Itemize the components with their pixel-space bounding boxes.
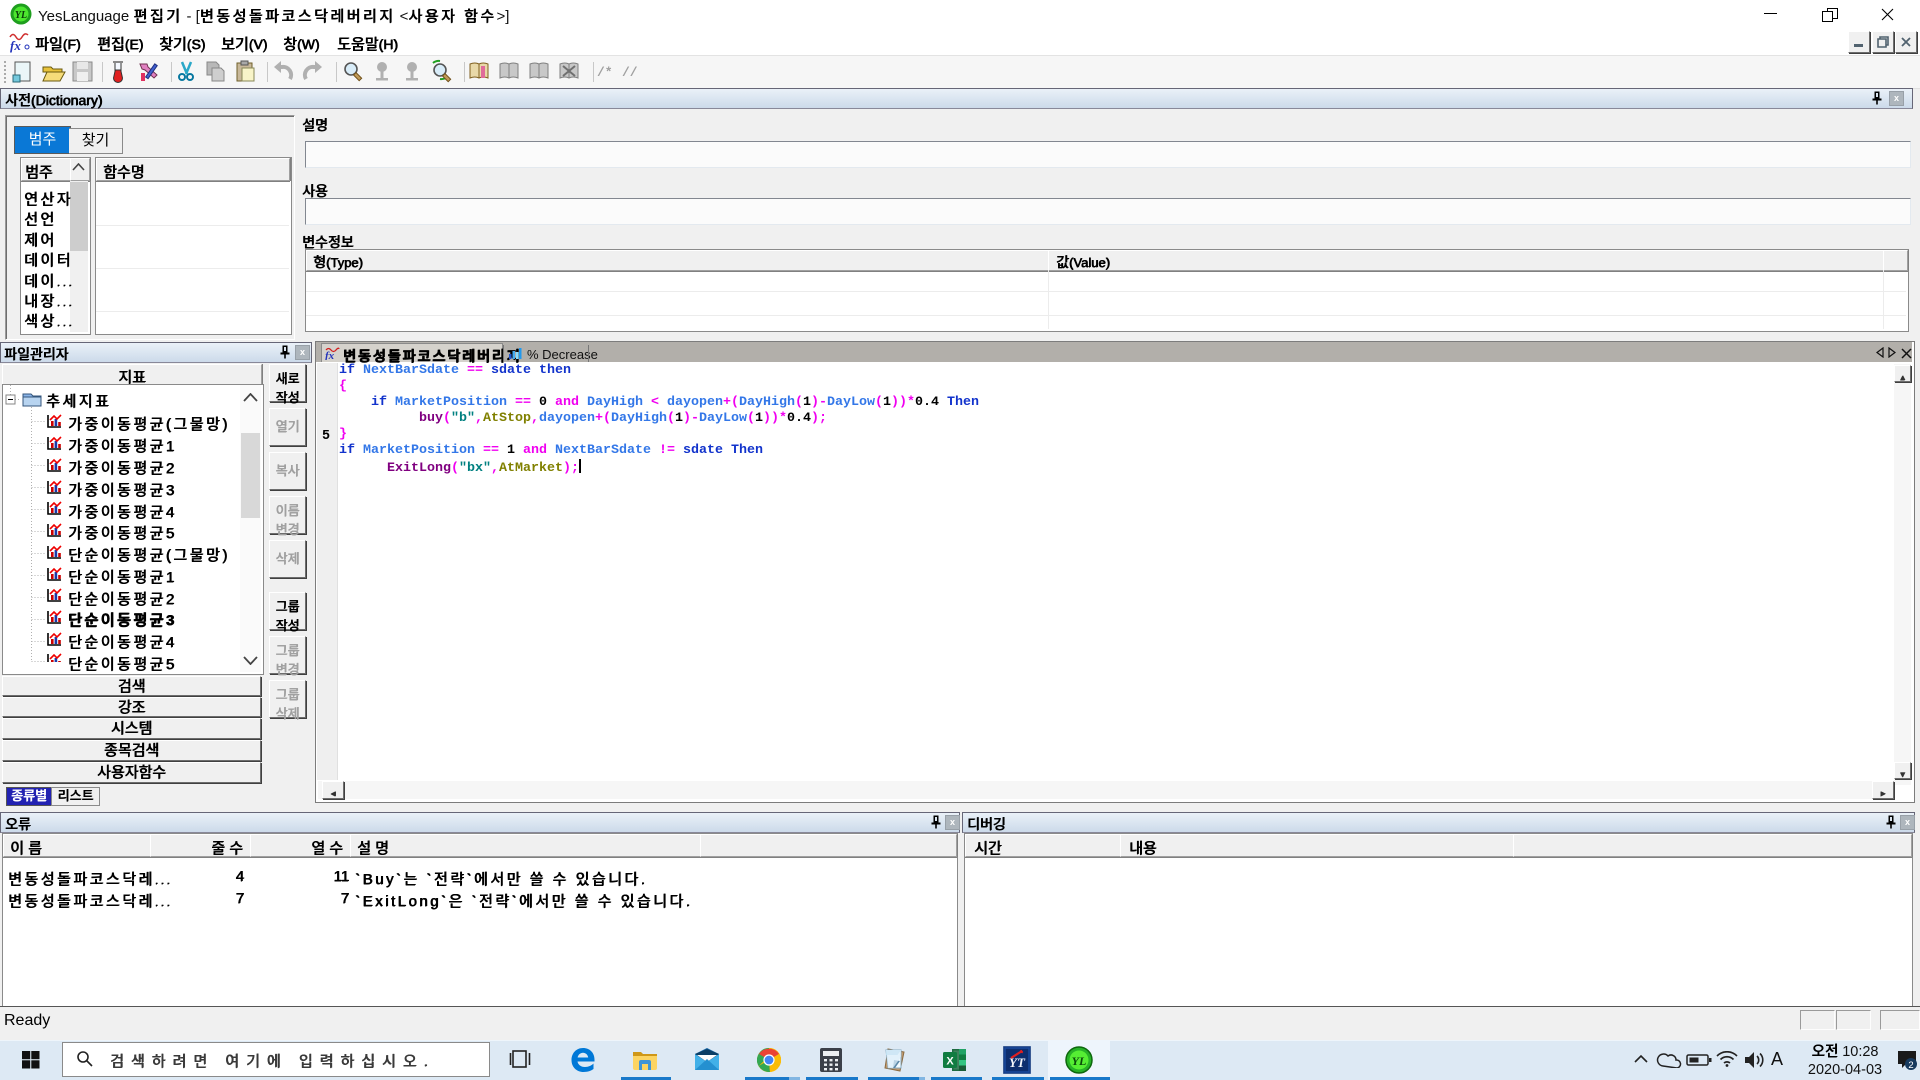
svg-text://: //	[622, 65, 638, 80]
svg-text:YL: YL	[1072, 1054, 1087, 1068]
svg-text:2: 2	[1908, 1060, 1913, 1071]
svg-text:fx: fx	[10, 38, 21, 53]
svg-text:YL: YL	[15, 10, 27, 21]
svg-text:X: X	[946, 1056, 954, 1068]
svg-text:/*: /*	[597, 65, 613, 80]
svg-text:fx: fx	[325, 350, 335, 360]
